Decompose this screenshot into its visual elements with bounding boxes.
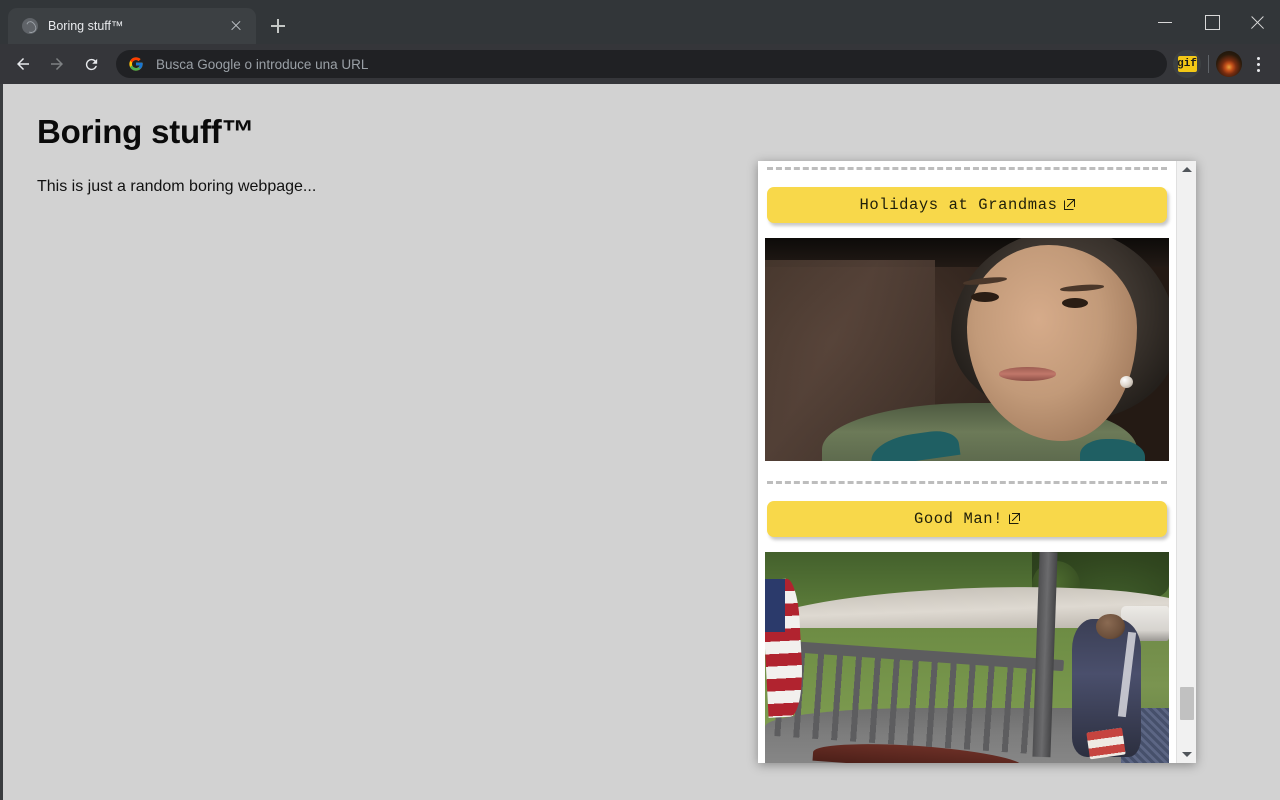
reload-button[interactable] bbox=[74, 47, 108, 81]
external-link-icon bbox=[1063, 199, 1075, 210]
gif-icon: gif bbox=[1177, 56, 1197, 72]
item-divider bbox=[767, 167, 1167, 170]
arrow-left-icon bbox=[17, 58, 29, 70]
reload-icon bbox=[85, 58, 97, 70]
omnibox-placeholder-text: Busca Google o introduce una URL bbox=[156, 56, 369, 72]
dot bbox=[1256, 68, 1260, 72]
maximize-button[interactable] bbox=[1188, 0, 1234, 44]
grandma-interview-gif bbox=[765, 238, 1169, 461]
back-button[interactable] bbox=[6, 47, 40, 81]
avatar[interactable] bbox=[1216, 51, 1242, 77]
gif-preview-1[interactable] bbox=[765, 238, 1169, 461]
scroll-down-arrow-icon[interactable] bbox=[1177, 746, 1196, 763]
popup-scrollbar[interactable] bbox=[1176, 161, 1196, 763]
close-icon[interactable] bbox=[226, 16, 246, 36]
gif-extension-popup: Holidays at Grandmas Good Man! bbox=[758, 161, 1196, 763]
google-icon bbox=[129, 57, 143, 71]
browser-tab[interactable]: Boring stuff™ bbox=[8, 8, 256, 44]
window-controls bbox=[1142, 0, 1280, 44]
tab-strip: Boring stuff™ bbox=[0, 0, 1280, 44]
gif-link-button-1[interactable]: Holidays at Grandmas bbox=[767, 187, 1167, 223]
scroll-up-arrow-icon[interactable] bbox=[1177, 161, 1196, 178]
page-viewport: Boring stuff™ This is just a random bori… bbox=[0, 84, 1280, 800]
arrow-right-icon bbox=[51, 58, 63, 70]
external-link-icon bbox=[1009, 513, 1021, 524]
tab-title: Boring stuff™ bbox=[48, 19, 124, 33]
dot bbox=[1256, 56, 1260, 60]
window-close-button[interactable] bbox=[1234, 0, 1280, 44]
item-divider bbox=[767, 481, 1167, 484]
browser-toolbar: Busca Google o introduce una URL gif bbox=[0, 44, 1280, 84]
page-title: Boring stuff™ bbox=[37, 113, 255, 150]
new-tab-button[interactable] bbox=[264, 12, 292, 40]
toolbar-divider bbox=[1208, 55, 1209, 73]
minimize-button[interactable] bbox=[1142, 0, 1188, 44]
popup-scroll-area[interactable]: Holidays at Grandmas Good Man! bbox=[758, 161, 1176, 763]
popup-list: Holidays at Grandmas Good Man! bbox=[758, 161, 1176, 763]
gif-link-label-1: Holidays at Grandmas bbox=[859, 196, 1058, 214]
omnibox[interactable]: Busca Google o introduce una URL bbox=[116, 50, 1167, 78]
gif-link-button-2[interactable]: Good Man! bbox=[767, 501, 1167, 537]
dot bbox=[1256, 62, 1260, 66]
browser-window: Boring stuff™ Busca Google o introduce u… bbox=[0, 0, 1280, 800]
porch-doorbell-camera-gif bbox=[765, 552, 1169, 763]
chrome-menu-button[interactable] bbox=[1244, 49, 1272, 79]
globe-favicon bbox=[22, 18, 38, 34]
forward-button[interactable] bbox=[40, 47, 74, 81]
gif-extension-button[interactable]: gif bbox=[1173, 50, 1201, 78]
gif-link-label-2: Good Man! bbox=[913, 510, 1004, 528]
scrollbar-thumb[interactable] bbox=[1180, 687, 1194, 720]
gif-preview-2[interactable] bbox=[765, 552, 1169, 763]
